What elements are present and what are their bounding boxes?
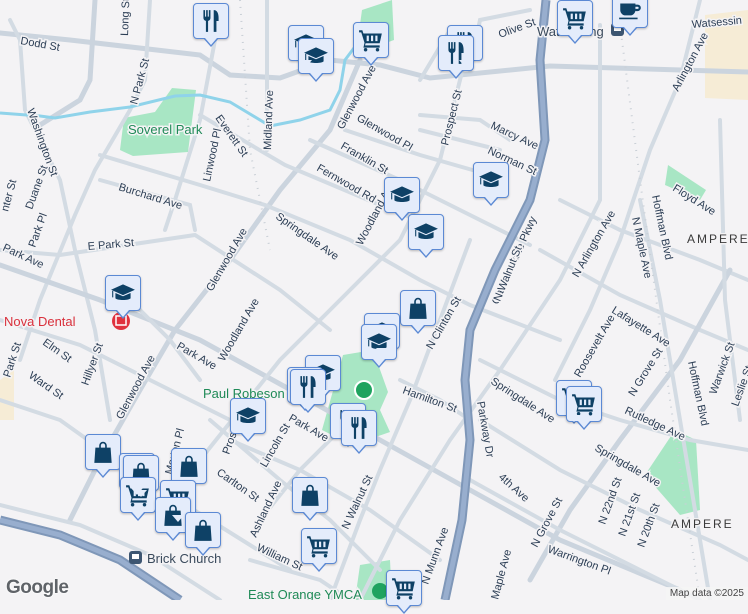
ymca-label[interactable]: East Orange YMCA bbox=[247, 586, 364, 601]
map-attribution[interactable]: Map data ©2025 bbox=[665, 587, 748, 600]
park-pin-icon[interactable] bbox=[354, 380, 374, 400]
street-label: Hoffman Blvd bbox=[685, 360, 710, 427]
street-label: Long St bbox=[119, 0, 132, 36]
street-label: N Park St bbox=[128, 57, 152, 106]
school-marker[interactable] bbox=[408, 214, 444, 258]
restaurant-marker[interactable] bbox=[193, 3, 229, 47]
shopping-cart-icon bbox=[562, 5, 588, 31]
school-marker[interactable] bbox=[384, 177, 420, 221]
shopping-cart-marker[interactable] bbox=[386, 570, 422, 614]
shopping-bag-icon bbox=[190, 517, 216, 543]
shopping-cart-marker[interactable] bbox=[557, 0, 593, 44]
school-icon bbox=[478, 167, 504, 193]
street-label: Ward St bbox=[26, 370, 65, 402]
neighborhood-label: AMPERE bbox=[687, 232, 748, 246]
school-marker[interactable] bbox=[298, 38, 334, 82]
school-marker[interactable] bbox=[105, 275, 141, 319]
nova-dental-label[interactable]: Nova Dental bbox=[3, 313, 78, 331]
shopping-cart-icon bbox=[571, 391, 597, 417]
restaurant-marker[interactable] bbox=[290, 369, 326, 413]
street-label: Duane St bbox=[24, 164, 51, 211]
street-label: Glenwood Ave bbox=[204, 226, 250, 293]
street-label: Springdale Ave bbox=[273, 211, 340, 263]
school-icon bbox=[389, 182, 415, 208]
school-icon bbox=[413, 219, 439, 245]
shopping-cart-marker[interactable] bbox=[301, 528, 337, 572]
street-label: nter St bbox=[0, 178, 19, 212]
shopping-bag-icon bbox=[90, 439, 116, 465]
school-icon bbox=[110, 280, 136, 306]
neighborhood-label: AMPERE bbox=[671, 517, 734, 531]
restaurant-icon bbox=[198, 8, 224, 34]
google-logo: Google bbox=[6, 577, 69, 598]
school-icon bbox=[235, 403, 261, 429]
street-label: Burchard Ave bbox=[117, 181, 183, 212]
shopping-bag-marker[interactable] bbox=[400, 290, 436, 334]
shopping-bag-marker[interactable] bbox=[185, 512, 221, 556]
shopping-bag-marker[interactable] bbox=[85, 434, 121, 478]
shopping-cart-icon bbox=[358, 27, 384, 53]
school-marker[interactable] bbox=[473, 162, 509, 206]
street-label: Linwood Pl bbox=[201, 127, 224, 182]
shopping-bag-marker[interactable] bbox=[292, 477, 328, 521]
street-label: Woodland Ave bbox=[216, 296, 262, 363]
street-label: Olive St bbox=[497, 16, 537, 40]
street-label: Glenwood Pl bbox=[355, 112, 415, 154]
street-label: Carlton St bbox=[214, 467, 261, 505]
shopping-cart-icon bbox=[391, 575, 417, 601]
shopping-cart-icon bbox=[306, 533, 332, 559]
shopping-bag-icon bbox=[176, 453, 202, 479]
street-label: Midland Ave bbox=[262, 90, 276, 150]
street-label: Roosevelt Ave bbox=[572, 313, 617, 380]
school-marker[interactable] bbox=[230, 398, 266, 442]
street-label: E Park St bbox=[87, 237, 134, 253]
shopping-cart-marker[interactable] bbox=[353, 22, 389, 66]
coffee-marker[interactable] bbox=[612, 0, 648, 36]
street-label: Hoffman Blvd bbox=[649, 194, 674, 261]
street-label: Fernwood Rd bbox=[315, 162, 378, 205]
street-label: Park Pl bbox=[27, 212, 50, 249]
shopping-bag-marker[interactable] bbox=[171, 448, 207, 492]
soverel-park-label[interactable]: Soverel Park bbox=[127, 121, 205, 139]
coffee-icon bbox=[617, 0, 643, 23]
street-label: Franklin St bbox=[339, 140, 391, 177]
train-station-icon[interactable] bbox=[129, 551, 142, 564]
shopping-bag-icon bbox=[297, 482, 323, 508]
street-label: Maple Ave bbox=[489, 548, 514, 600]
shopping-bag-icon bbox=[405, 295, 431, 321]
